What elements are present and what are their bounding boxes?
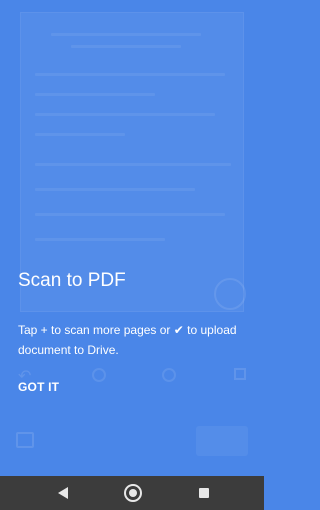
- doc-line: [35, 73, 225, 76]
- check-icon: ✔: [173, 323, 184, 337]
- doc-line: [35, 113, 215, 116]
- recent-apps-icon[interactable]: [199, 488, 209, 498]
- color-icon: [92, 368, 106, 382]
- crop-icon: [234, 368, 246, 380]
- rotate-icon: [162, 368, 176, 382]
- doc-line: [51, 33, 201, 36]
- add-page-icon: [16, 432, 34, 448]
- got-it-button[interactable]: GOT IT: [18, 380, 59, 394]
- doc-line: [35, 133, 125, 136]
- doc-line: [35, 213, 225, 216]
- doc-line: [35, 238, 165, 241]
- tutorial-overlay: ↶ Scan to PDF Tap + to scan more pages o…: [0, 0, 264, 476]
- doc-line: [35, 93, 155, 96]
- system-nav-bar: [0, 476, 264, 510]
- back-icon[interactable]: [58, 487, 68, 499]
- tutorial-description: Tap + to scan more pages or ✔ to upload …: [18, 320, 248, 360]
- scanned-document-preview: [20, 12, 244, 312]
- doc-line: [35, 188, 195, 191]
- home-icon[interactable]: [124, 484, 142, 502]
- upload-button-ghost: [196, 426, 248, 456]
- doc-line: [71, 45, 181, 48]
- doc-line: [35, 163, 231, 166]
- tutorial-title: Scan to PDF: [18, 270, 126, 291]
- add-page-fab-ghost: [214, 278, 246, 310]
- description-prefix: Tap + to scan more pages or: [18, 323, 174, 337]
